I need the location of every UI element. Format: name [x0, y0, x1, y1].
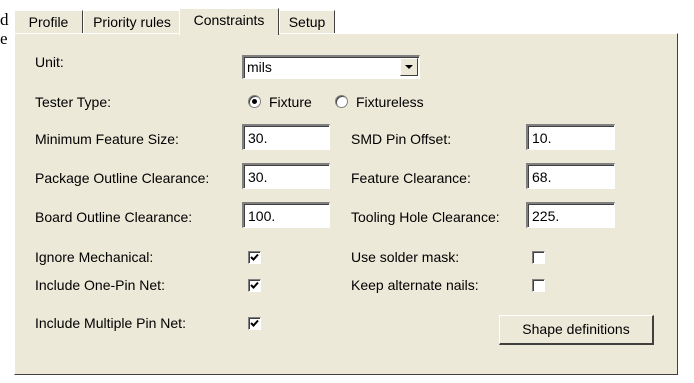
- include-multiple-pin-net-checkbox[interactable]: [248, 317, 261, 330]
- fixtureless-radio-label: Fixtureless: [356, 94, 424, 110]
- smd-pin-offset-label: SMD Pin Offset:: [351, 131, 452, 147]
- include-multiple-pin-net-label: Include Multiple Pin Net:: [35, 315, 186, 331]
- tab-priority-rules[interactable]: Priority rules: [83, 10, 181, 33]
- ignore-mechanical-checkbox[interactable]: [248, 251, 261, 264]
- constraints-panel: Unit: mils Tester Type: Fixture Fixturel…: [14, 33, 678, 375]
- use-solder-mask-checkbox[interactable]: [532, 251, 545, 264]
- use-solder-mask-label: Use solder mask:: [351, 249, 460, 265]
- keep-alternate-nails-label: Keep alternate nails:: [351, 277, 479, 293]
- ignore-mechanical-label: Ignore Mechanical:: [35, 249, 154, 265]
- keep-alternate-nails-checkbox[interactable]: [532, 279, 545, 292]
- feature-clearance-label: Feature Clearance:: [351, 170, 471, 186]
- min-feature-size-input[interactable]: 30.: [242, 124, 330, 150]
- fixture-radio-label: Fixture: [269, 94, 312, 110]
- tab-setup[interactable]: Setup: [279, 10, 335, 33]
- package-outline-clearance-label: Package Outline Clearance:: [35, 170, 210, 186]
- smd-pin-offset-input[interactable]: 10.: [526, 124, 615, 150]
- tooling-hole-clearance-label: Tooling Hole Clearance:: [351, 209, 500, 225]
- include-one-pin-net-checkbox[interactable]: [248, 279, 261, 292]
- check-icon: [250, 253, 259, 261]
- shape-definitions-button[interactable]: Shape definitions: [499, 315, 654, 345]
- include-one-pin-net-label: Include One-Pin Net:: [35, 277, 165, 293]
- unit-value: mils: [247, 59, 272, 75]
- fixture-radio[interactable]: [248, 95, 261, 108]
- check-icon: [250, 319, 259, 327]
- board-outline-clearance-input[interactable]: 100.: [242, 202, 330, 228]
- background-text-2: e: [0, 29, 8, 48]
- unit-select[interactable]: mils: [242, 55, 420, 79]
- feature-clearance-input[interactable]: 68.: [526, 163, 615, 189]
- package-outline-clearance-input[interactable]: 30.: [242, 163, 330, 189]
- fixtureless-radio[interactable]: [335, 95, 348, 108]
- tooling-hole-clearance-input[interactable]: 225.: [526, 202, 615, 228]
- background-text-1: d: [0, 10, 9, 29]
- check-icon: [250, 281, 259, 289]
- tester-type-label: Tester Type:: [35, 94, 112, 110]
- chevron-down-icon[interactable]: [400, 58, 418, 76]
- tab-profile[interactable]: Profile: [14, 10, 83, 33]
- board-outline-clearance-label: Board Outline Clearance:: [35, 209, 193, 225]
- min-feature-size-label: Minimum Feature Size:: [35, 131, 179, 147]
- tab-constraints[interactable]: Constraints: [179, 8, 279, 35]
- unit-label: Unit:: [35, 54, 64, 70]
